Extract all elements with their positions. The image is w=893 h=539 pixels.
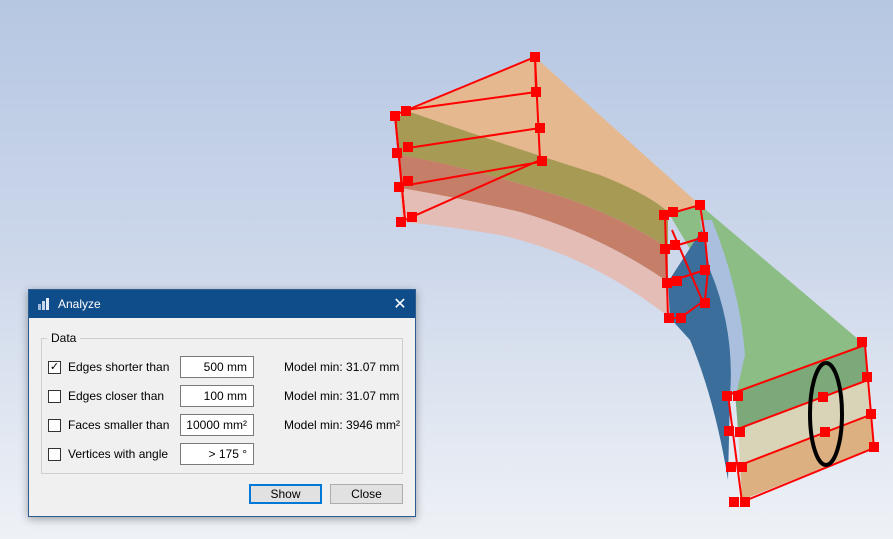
faces-smaller-label: Faces smaller than xyxy=(68,418,170,432)
show-button[interactable]: Show xyxy=(249,484,322,504)
edges-shorter-input[interactable]: 500 mm xyxy=(180,356,254,378)
close-icon[interactable]: ✕ xyxy=(385,290,415,318)
faces-smaller-input[interactable]: 10000 mm² xyxy=(180,414,254,436)
analyze-dialog: Analyze ✕ Data ✓ Edges shorter than 500 … xyxy=(28,289,416,517)
edges-closer-label: Edges closer than xyxy=(68,389,165,403)
edges-shorter-model-min: Model min: 31.07 mm xyxy=(284,360,400,374)
edges-shorter-label: Edges shorter than xyxy=(68,360,170,374)
analyze-app-icon xyxy=(38,298,49,310)
dialog-title: Analyze xyxy=(58,297,101,311)
faces-smaller-model-min: Model min: 3946 mm² xyxy=(284,418,401,432)
edges-closer-checkbox[interactable] xyxy=(48,389,61,403)
layered-bent-solid xyxy=(390,52,879,507)
group-label: Data xyxy=(47,331,81,345)
row-vertices-angle: Vertices with angle > 175 ° xyxy=(48,443,284,465)
close-button[interactable]: Close xyxy=(330,484,403,504)
row-faces-smaller: Faces smaller than 10000 mm² Model min: … xyxy=(48,414,400,436)
vertices-angle-label: Vertices with angle xyxy=(68,447,169,461)
edges-closer-input[interactable]: 100 mm xyxy=(180,385,254,407)
edges-shorter-checkbox[interactable]: ✓ xyxy=(48,360,61,374)
row-edges-shorter: ✓ Edges shorter than 500 mm Model min: 3… xyxy=(48,356,399,378)
row-edges-closer: Edges closer than 100 mm Model min: 31.0… xyxy=(48,385,399,407)
faces-smaller-checkbox[interactable] xyxy=(48,418,61,432)
dialog-titlebar[interactable]: Analyze ✕ xyxy=(29,290,415,318)
edges-closer-model-min: Model min: 31.07 mm xyxy=(284,389,400,403)
vertices-angle-input[interactable]: > 175 ° xyxy=(180,443,254,465)
vertices-angle-checkbox[interactable] xyxy=(48,447,61,461)
